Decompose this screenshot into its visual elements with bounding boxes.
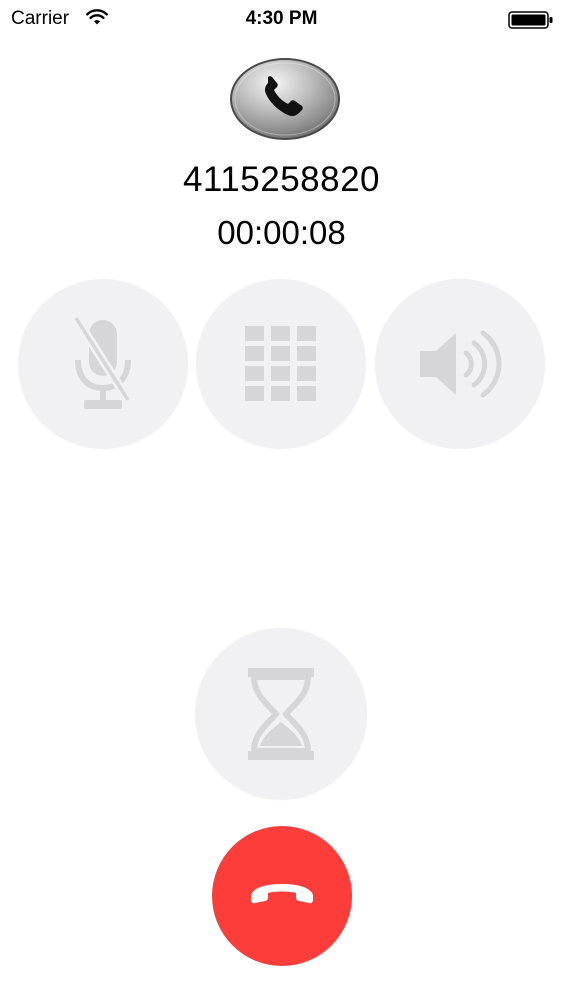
keypad-grid-icon bbox=[245, 326, 316, 401]
end-call-button[interactable] bbox=[212, 826, 352, 966]
keypad-button[interactable] bbox=[196, 279, 366, 449]
battery-icon bbox=[508, 11, 554, 34]
hang-up-icon bbox=[251, 884, 313, 904]
phone-number: 4115258820 bbox=[182, 160, 381, 199]
mute-button[interactable] bbox=[18, 279, 188, 449]
speaker-button[interactable] bbox=[375, 279, 545, 449]
call-duration: 00:00:08 bbox=[217, 214, 346, 251]
call-screen: Carrier 4:30 PM 4115258820 00:00:08 bbox=[0, 0, 563, 1000]
status-time: 4:30 PM bbox=[245, 8, 318, 29]
phone-handset-icon bbox=[230, 58, 340, 140]
hourglass-icon bbox=[248, 668, 314, 760]
hold-button[interactable] bbox=[195, 628, 367, 800]
status-bar: Carrier 4:30 PM bbox=[0, 0, 563, 40]
speaker-icon bbox=[420, 330, 502, 398]
microphone-muted-icon bbox=[72, 315, 132, 409]
caller-avatar bbox=[229, 57, 341, 141]
